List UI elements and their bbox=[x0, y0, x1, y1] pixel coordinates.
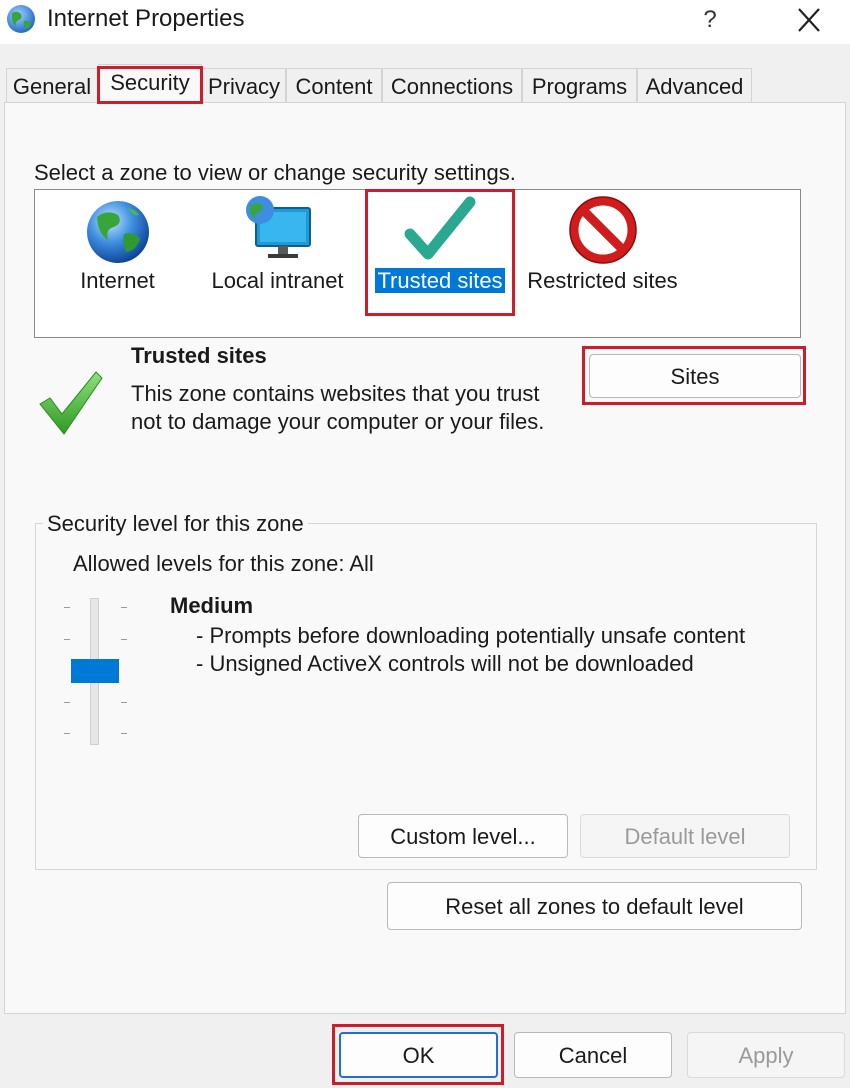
help-button[interactable]: ? bbox=[690, 4, 730, 36]
tab-programs[interactable]: Programs bbox=[522, 68, 637, 102]
default-level-button[interactable]: Default level bbox=[580, 814, 790, 858]
zone-restricted-sites[interactable]: Restricted sites bbox=[525, 190, 680, 320]
custom-level-button[interactable]: Custom level... bbox=[358, 814, 568, 858]
slider-thumb[interactable] bbox=[71, 659, 119, 683]
tab-connections[interactable]: Connections bbox=[382, 68, 522, 102]
slider-tick bbox=[64, 639, 70, 640]
slider-tick bbox=[121, 733, 127, 734]
zone-local-intranet[interactable]: Local intranet bbox=[205, 190, 350, 320]
internet-globe-icon bbox=[7, 5, 35, 33]
zone-prompt: Select a zone to view or change security… bbox=[34, 160, 516, 185]
sites-button[interactable]: Sites bbox=[589, 354, 801, 398]
level-description: - Prompts before downloading potentially… bbox=[196, 622, 745, 678]
window-title: Internet Properties bbox=[47, 5, 245, 32]
trusted-check-icon bbox=[39, 371, 103, 435]
zone-internet[interactable]: Internet bbox=[60, 190, 175, 320]
monitor-globe-icon bbox=[245, 196, 311, 258]
ok-button[interactable]: OK bbox=[339, 1032, 498, 1078]
checkmark-icon bbox=[404, 196, 476, 260]
zone-title: Trusted sites bbox=[131, 343, 267, 368]
tab-general[interactable]: General bbox=[6, 68, 98, 102]
slider-tick bbox=[64, 733, 70, 734]
cancel-button[interactable]: Cancel bbox=[514, 1032, 672, 1078]
close-icon[interactable] bbox=[788, 4, 830, 36]
slider-tick bbox=[64, 607, 70, 608]
tab-strip: General Security Privacy Content Connect… bbox=[0, 64, 850, 104]
tab-privacy[interactable]: Privacy bbox=[202, 68, 286, 102]
level-name: Medium bbox=[170, 593, 254, 618]
level-bullet: - Unsigned ActiveX controls will not be … bbox=[196, 651, 694, 676]
zone-label: Internet bbox=[80, 268, 155, 293]
tab-advanced[interactable]: Advanced bbox=[637, 68, 752, 102]
zone-label: Trusted sites bbox=[370, 267, 510, 294]
zone-label: Restricted sites bbox=[527, 268, 678, 293]
slider-tick bbox=[121, 702, 127, 703]
zone-label: Local intranet bbox=[211, 268, 344, 293]
globe-icon bbox=[86, 201, 149, 263]
level-bullet: - Prompts before downloading potentially… bbox=[196, 623, 746, 648]
tab-content[interactable]: Content bbox=[286, 68, 382, 102]
slider-tick bbox=[121, 607, 127, 608]
group-legend: Security level for this zone bbox=[43, 511, 308, 537]
slider-tick bbox=[64, 702, 70, 703]
slider-tick bbox=[121, 639, 127, 640]
apply-button[interactable]: Apply bbox=[687, 1032, 845, 1078]
reset-all-zones-button[interactable]: Reset all zones to default level bbox=[387, 882, 802, 930]
title-bar: Internet Properties ? bbox=[0, 0, 850, 44]
allowed-levels: Allowed levels for this zone: All bbox=[73, 551, 374, 576]
zone-description: This zone contains websites that you tru… bbox=[131, 381, 545, 434]
tab-security[interactable]: Security bbox=[98, 64, 202, 102]
selected-zone-label: Trusted sites bbox=[374, 267, 506, 294]
no-entry-icon bbox=[568, 196, 637, 264]
zone-trusted-sites[interactable]: Trusted sites bbox=[370, 190, 510, 320]
